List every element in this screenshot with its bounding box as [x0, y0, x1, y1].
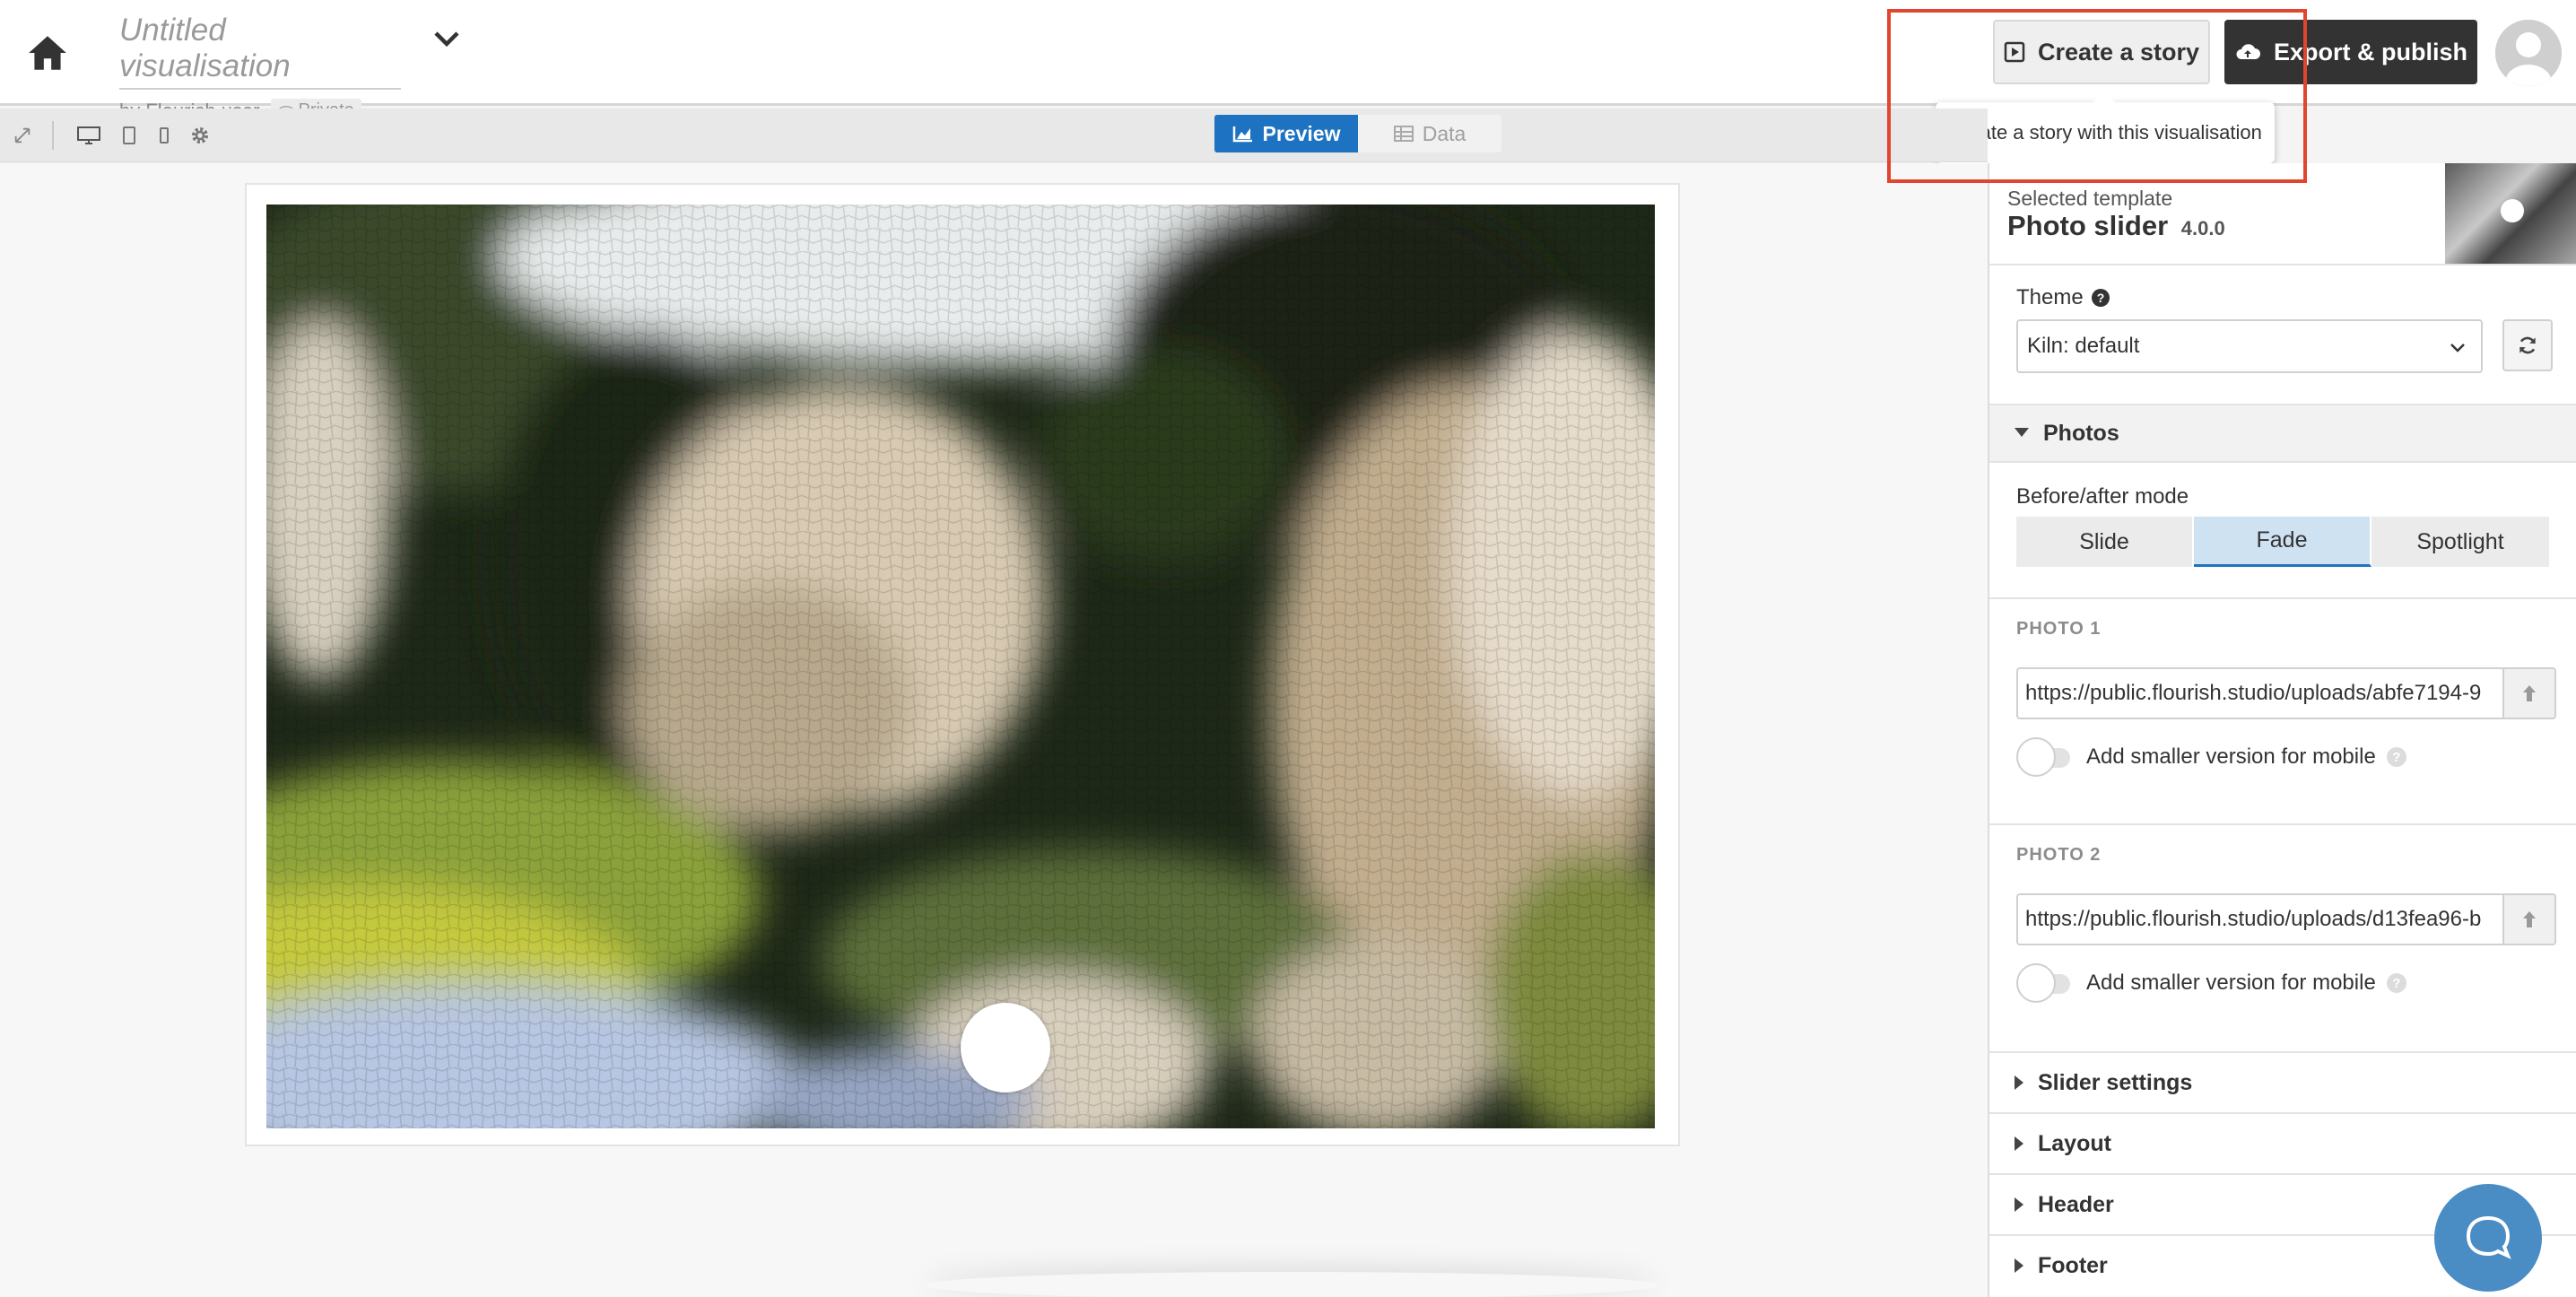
chevron-down-icon — [2450, 344, 2465, 353]
photo-2-section: PHOTO 2 https://public.flourish.studio/u… — [1989, 823, 2576, 1051]
mode-label: Before/after mode — [2016, 484, 2189, 509]
chevron-down-icon[interactable] — [431, 25, 463, 52]
tab-preview-label: Preview — [1262, 121, 1341, 145]
chat-icon — [2466, 1215, 2511, 1259]
refresh-icon — [2519, 336, 2536, 354]
mode-spotlight-button[interactable]: Spotlight — [2371, 517, 2549, 567]
photo-2-mobile-label: Add smaller version for mobile — [2086, 971, 2376, 995]
section-layout[interactable]: Layout — [1989, 1112, 2576, 1173]
mode-slide-button[interactable]: Slide — [2016, 517, 2194, 567]
caret-right-icon — [2015, 1197, 2023, 1212]
preview-data-toggle: Preview Data — [1214, 115, 1501, 152]
section-footer-label: Footer — [2038, 1252, 2108, 1278]
theme-select[interactable]: Kiln: default — [2016, 319, 2483, 373]
photo-1-mobile-toggle[interactable] — [2016, 737, 2076, 777]
tab-preview[interactable]: Preview — [1214, 115, 1358, 152]
question-icon[interactable]: ? — [2091, 288, 2110, 308]
theme-value: Kiln: default — [2027, 334, 2140, 358]
avatar[interactable] — [2495, 20, 2562, 86]
section-slider-label: Slider settings — [2038, 1069, 2193, 1095]
visualisation-frame — [245, 183, 1680, 1146]
mode-fade-button[interactable]: Fade — [2194, 517, 2371, 567]
upload-arrow-icon — [2523, 685, 2536, 701]
photo-1-title: PHOTO 1 — [2016, 619, 2102, 639]
photo-2-upload-button[interactable] — [2504, 893, 2556, 945]
caret-right-icon — [2015, 1075, 2023, 1090]
photo-1-mobile-row: Add smaller version for mobile ? — [2016, 737, 2406, 777]
chart-icon — [1232, 126, 1252, 143]
highlight-box — [1887, 9, 2307, 183]
canvas-shadow — [924, 1272, 1659, 1297]
theme-label: Theme ? — [2016, 285, 2110, 310]
expand-icon[interactable] — [11, 123, 34, 148]
photo-2-url-input[interactable]: https://public.flourish.studio/uploads/d… — [2016, 893, 2504, 945]
question-icon[interactable]: ? — [2386, 747, 2406, 767]
desktop-icon[interactable] — [75, 123, 102, 148]
caret-down-icon — [2015, 428, 2029, 437]
photo-2-title: PHOTO 2 — [2016, 845, 2102, 865]
upload-arrow-icon — [2523, 911, 2536, 927]
svg-text:?: ? — [2096, 291, 2104, 305]
theme-label-text: Theme — [2016, 285, 2084, 309]
photo-1-upload-button[interactable] — [2504, 667, 2556, 719]
photo-1-section: PHOTO 1 https://public.flourish.studio/u… — [1989, 597, 2576, 825]
photo-1-url-input[interactable]: https://public.flourish.studio/uploads/a… — [2016, 667, 2504, 719]
mobile-icon[interactable] — [156, 123, 172, 148]
settings-panel: Selected template Photo slider 4.0.0 The… — [1988, 163, 2576, 1297]
template-thumbnail — [2445, 163, 2576, 264]
tablet-icon[interactable] — [120, 123, 138, 148]
section-header-label: Header — [2038, 1191, 2114, 1217]
home-icon[interactable] — [25, 30, 70, 75]
section-slider-settings[interactable]: Slider settings — [1989, 1051, 2576, 1112]
refresh-theme-button[interactable] — [2502, 319, 2553, 371]
preview-toolbar: Preview Data — [0, 109, 1988, 162]
template-version: 4.0.0 — [2180, 217, 2225, 239]
photo-1-mobile-label: Add smaller version for mobile — [2086, 744, 2376, 769]
template-name: Photo slider 4.0.0 — [2007, 210, 2225, 242]
photo-slider-image[interactable] — [266, 205, 1655, 1128]
caret-right-icon — [2015, 1136, 2023, 1151]
photo-2-mobile-toggle[interactable] — [2016, 963, 2076, 1003]
template-name-text: Photo slider — [2007, 210, 2169, 241]
tab-data[interactable]: Data — [1358, 115, 1501, 152]
mode-selector: Slide Fade Spotlight — [2016, 517, 2549, 567]
chat-button[interactable] — [2434, 1184, 2542, 1292]
title-block: Untitled visualisation by Flourish user … — [119, 13, 401, 123]
toolbar-divider — [52, 121, 54, 150]
tab-data-label: Data — [1422, 121, 1466, 145]
caret-right-icon — [2015, 1258, 2023, 1273]
section-photos[interactable]: Photos — [1989, 404, 2576, 463]
slider-handle[interactable] — [961, 1003, 1050, 1092]
visualisation-title[interactable]: Untitled visualisation — [119, 13, 401, 90]
gear-icon[interactable] — [188, 123, 212, 148]
template-label: Selected template — [2007, 187, 2173, 210]
section-photos-label: Photos — [2043, 420, 2119, 446]
preview-canvas — [0, 163, 1988, 1297]
table-icon — [1393, 126, 1414, 142]
section-layout-label: Layout — [2038, 1130, 2111, 1156]
photo-2-mobile-row: Add smaller version for mobile ? — [2016, 963, 2406, 1003]
question-icon[interactable]: ? — [2386, 973, 2406, 993]
